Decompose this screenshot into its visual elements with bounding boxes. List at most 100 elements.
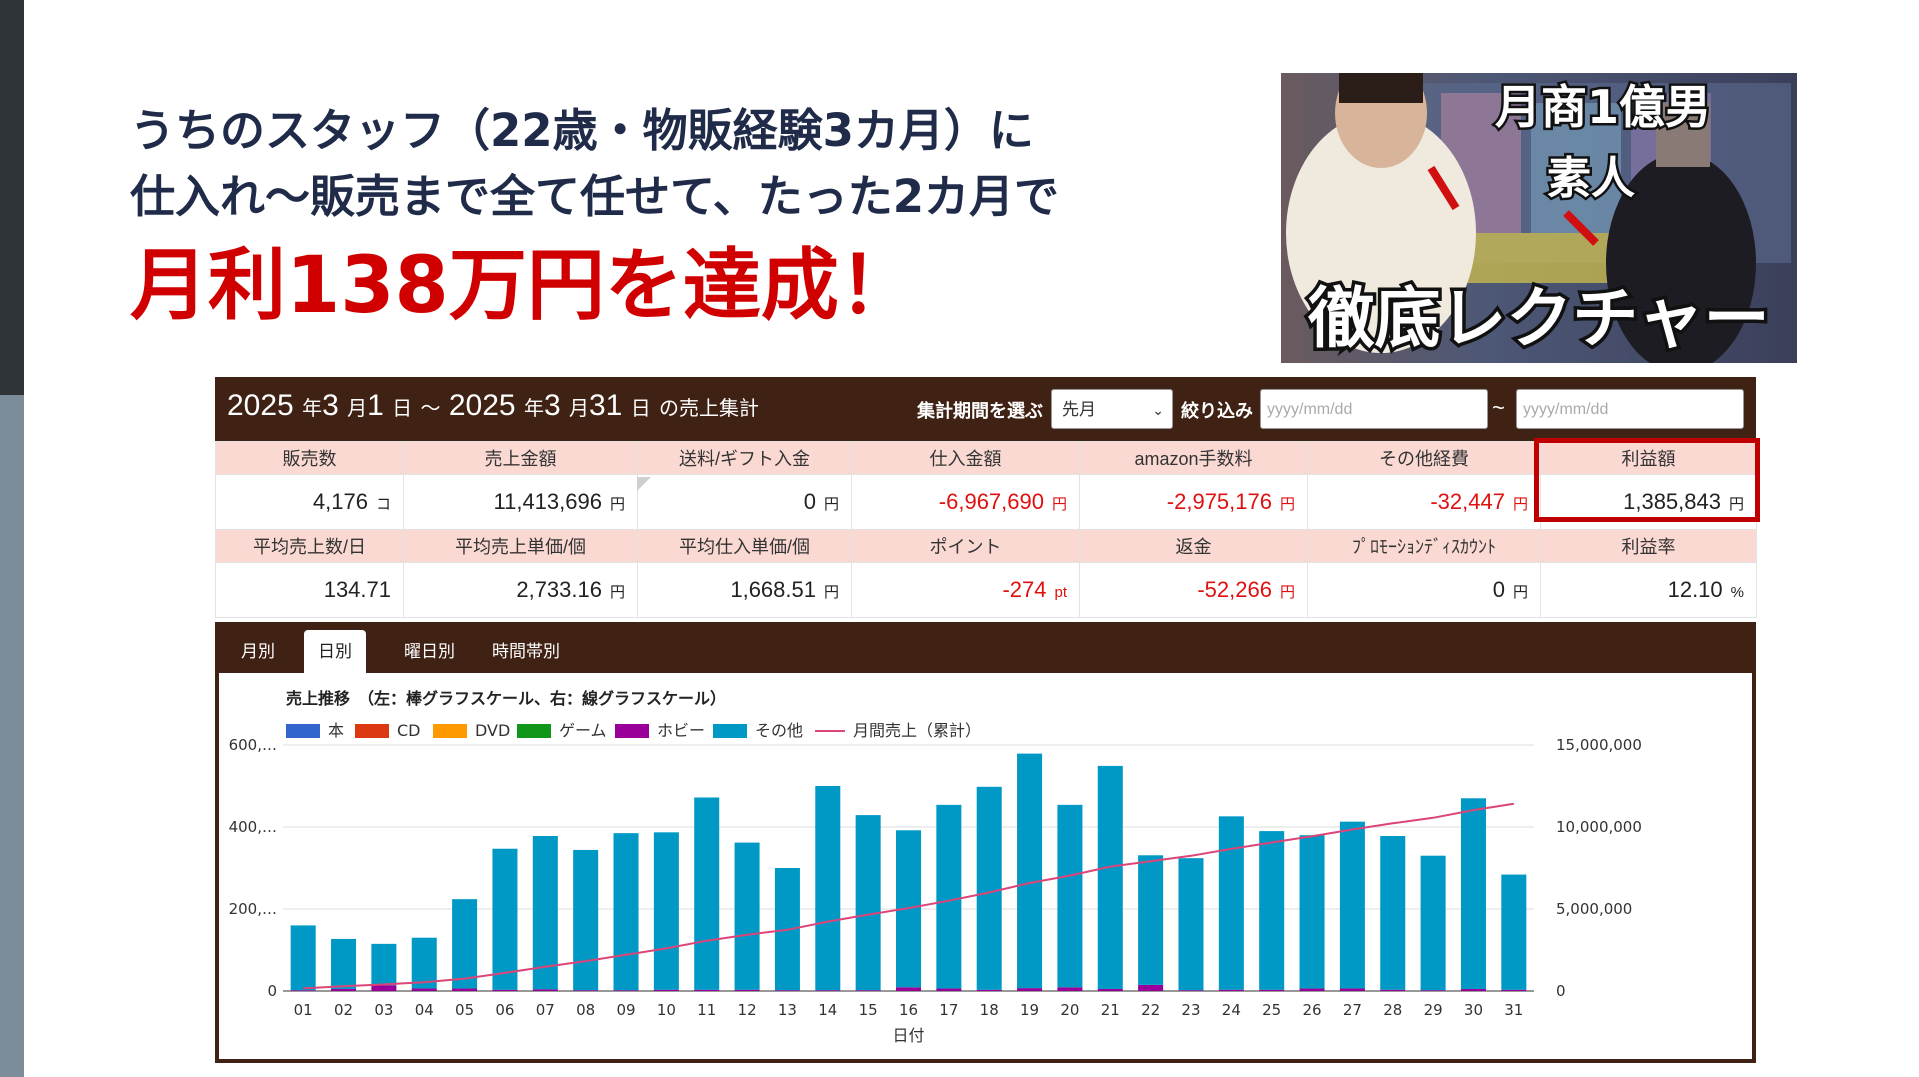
bar-hobby xyxy=(331,988,357,991)
stat-number: 1,385,843 xyxy=(1623,489,1721,514)
stat-value: 0円 xyxy=(637,474,852,530)
stat-header: 利益率 xyxy=(1540,529,1757,563)
unit-year: 年 xyxy=(302,398,323,420)
x-axis-tick: 14 xyxy=(818,1001,837,1019)
stat-unit: 円 xyxy=(1512,584,1528,601)
chevron-down-icon: ⌄ xyxy=(1152,402,1164,418)
bar-hobby xyxy=(1178,990,1204,991)
x-axis-tick: 30 xyxy=(1464,1001,1483,1019)
x-axis-tick: 25 xyxy=(1262,1001,1281,1019)
svg-text:徹底レクチャー: 徹底レクチャー xyxy=(1307,280,1769,357)
x-axis-tick: 07 xyxy=(536,1001,555,1019)
tab-hourly[interactable]: 時間帯別 xyxy=(478,630,574,673)
bar-hobby xyxy=(1097,988,1123,991)
x-axis-tick: 17 xyxy=(939,1001,958,1019)
x-axis-tick: 10 xyxy=(657,1001,676,1019)
start-day: 1 xyxy=(367,389,384,422)
period-select-value: 先月 xyxy=(1062,400,1096,419)
legend-label: DVD xyxy=(475,721,510,740)
x-axis-tick: 19 xyxy=(1020,1001,1039,1019)
stat-number: 134.71 xyxy=(323,577,391,602)
end-date-input[interactable]: yyyy/mm/dd xyxy=(1516,389,1744,429)
x-axis-tick: 11 xyxy=(697,1001,716,1019)
stat-number: -2,975,176 xyxy=(1166,489,1272,514)
left-axis-tick: 600,… xyxy=(229,736,277,754)
bar-hobby xyxy=(1299,988,1325,991)
bar-other xyxy=(573,849,599,991)
tab-monthly[interactable]: 月別 xyxy=(227,630,289,673)
bar-other xyxy=(855,815,881,991)
stat-number: -274 xyxy=(1002,577,1047,602)
stats-value-row: 134.71 2,733.16 円 1,668.51 円 -274 pt -52,266 円 0 円… xyxy=(215,562,1757,618)
slide-sidebar-dark xyxy=(0,0,24,395)
stat-value: 2,733.16 円 xyxy=(403,562,638,618)
x-axis-tick: 22 xyxy=(1141,1001,1160,1019)
stat-unit: 円 xyxy=(609,496,625,513)
legend-label: ホビー xyxy=(657,721,705,740)
stat-unit: 円 xyxy=(1051,496,1067,513)
bar-hobby xyxy=(1380,989,1406,991)
legend-swatch xyxy=(355,724,389,738)
period-title: 2025 年3 月1 日 ～ 2025 年3 月31 日 の売上集計 xyxy=(227,389,759,423)
x-axis-tick: 24 xyxy=(1222,1001,1241,1019)
bar-other xyxy=(815,786,841,991)
bar-other xyxy=(1380,836,1406,990)
tab-daily[interactable]: 日別 xyxy=(304,630,366,673)
unit-day: 日 xyxy=(392,398,413,420)
stat-number: 4,176 xyxy=(312,489,368,514)
bar-hobby xyxy=(936,988,962,991)
start-month: 3 xyxy=(322,389,339,422)
stat-number: 11,413,696 xyxy=(493,489,602,514)
svg-text:月商1億男: 月商1億男 xyxy=(1495,80,1711,134)
bar-hobby xyxy=(653,989,679,991)
bar-hobby xyxy=(1339,988,1365,991)
bar-hobby xyxy=(1138,984,1164,991)
bar-other xyxy=(371,943,397,986)
stats-table: 販売数 売上金額 送料/ギフト入金 仕入金額 amazon手数料 その他経費 利… xyxy=(215,441,1757,618)
end-year: 2025 xyxy=(448,389,516,422)
start-date-input[interactable]: yyyy/mm/dd xyxy=(1260,389,1488,429)
dashboard-header: 2025 年3 月1 日 ～ 2025 年3 月31 日 の売上集計 集計期間を… xyxy=(215,377,1756,441)
unit-month: 月 xyxy=(347,398,368,420)
stat-unit: 円 xyxy=(1512,496,1528,513)
stat-value: -52,266 円 xyxy=(1079,562,1308,618)
stat-header: 返金 xyxy=(1079,529,1308,563)
start-year: 2025 xyxy=(227,389,294,422)
x-axis-tick: 27 xyxy=(1343,1001,1362,1019)
legend-swatch xyxy=(286,724,320,738)
stat-unit: 円 xyxy=(609,584,625,601)
unit-day: 日 xyxy=(630,398,651,420)
unit-year: 年 xyxy=(523,398,544,420)
legend-label: 本 xyxy=(328,721,344,740)
headline: うちのスタッフ（22歳・物販経験3カ月）に 仕入れ〜販売まで全て任せて、たった2… xyxy=(130,98,1059,336)
bar-hobby xyxy=(492,989,518,991)
stat-number: -32,447 xyxy=(1430,489,1505,514)
period-select[interactable]: 先月 ⌄ xyxy=(1051,389,1173,429)
bar-hobby xyxy=(1501,989,1527,991)
cell-corner-marker xyxy=(637,477,651,491)
bar-hobby xyxy=(1218,989,1244,991)
bar-other xyxy=(734,842,760,990)
bar-hobby xyxy=(855,990,881,991)
bar-hobby xyxy=(371,985,397,991)
bar-hobby xyxy=(1420,990,1446,991)
tab-weekday[interactable]: 曜日別 xyxy=(390,630,469,673)
bar-other xyxy=(492,848,518,990)
x-axis-label: 日付 xyxy=(892,1026,924,1045)
stat-unit: 円 xyxy=(1279,496,1295,513)
stat-value: -32,447 円 xyxy=(1307,474,1541,530)
bar-hobby xyxy=(1259,989,1285,991)
stat-number: -6,967,690 xyxy=(938,489,1044,514)
stat-number: 0 xyxy=(803,489,816,514)
chart-tabs: 月別 日別 曜日別 時間帯別 xyxy=(215,622,1756,673)
stat-value: 11,413,696 円 xyxy=(403,474,638,530)
bar-hobby xyxy=(774,990,800,991)
stat-header: 平均仕入単価/個 xyxy=(637,529,852,563)
sales-dashboard: 2025 年3 月1 日 ～ 2025 年3 月31 日 の売上集計 集計期間を… xyxy=(215,377,1760,618)
x-axis-tick: 08 xyxy=(576,1001,595,1019)
stats-header-row: 平均売上数/日 平均売上単価/個 平均仕入単価/個 ポイント 返金 ﾌﾟﾛﾓｰｼ… xyxy=(215,529,1757,563)
right-axis-tick: 0 xyxy=(1556,982,1566,1000)
x-axis-tick: 12 xyxy=(738,1001,757,1019)
x-axis-tick: 06 xyxy=(495,1001,514,1019)
bar-other xyxy=(936,804,962,989)
